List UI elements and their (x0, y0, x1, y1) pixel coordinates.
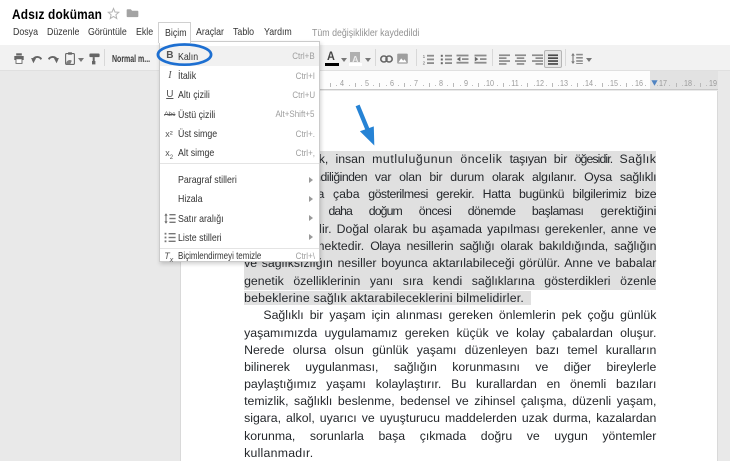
svg-text:1: 1 (423, 54, 426, 59)
svg-text:2: 2 (423, 60, 426, 64)
